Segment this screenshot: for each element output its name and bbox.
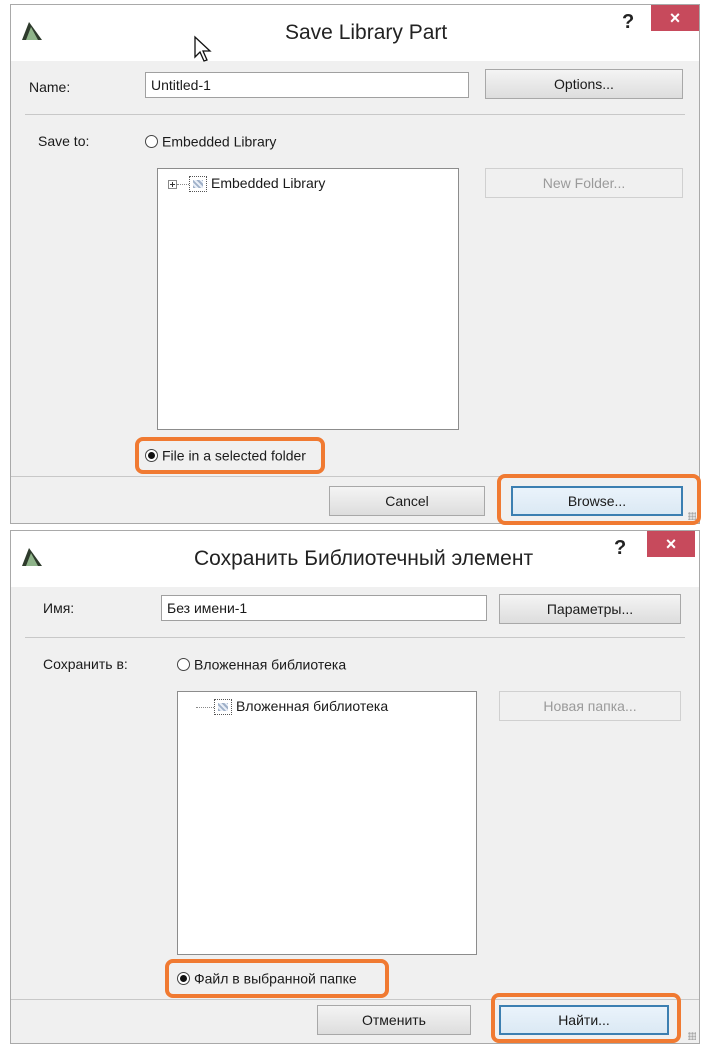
library-tree[interactable]: Вложенная библиотека <box>177 691 477 955</box>
expand-icon[interactable] <box>168 179 177 189</box>
save-library-part-dialog: Save Library Part ? × Name: Untitled-1 O… <box>10 4 701 525</box>
separator <box>25 114 685 115</box>
dialog-title: Сохранить Библиотечный элемент <box>194 547 534 570</box>
save-to-label: Save to: <box>38 133 90 149</box>
name-label: Имя: <box>43 600 75 616</box>
title-bar[interactable]: Save Library Part ? × <box>11 5 699 62</box>
separator <box>25 637 685 638</box>
new-folder-button[interactable]: New Folder... <box>485 168 683 198</box>
archicad-app-icon <box>22 22 42 40</box>
separator <box>11 999 699 1000</box>
tree-item-label: Embedded Library <box>211 175 326 191</box>
radio-button[interactable] <box>177 657 190 671</box>
close-button[interactable]: × <box>651 5 699 31</box>
radio-embedded-label: Embedded Library <box>162 133 277 150</box>
help-icon[interactable]: ? <box>622 11 634 34</box>
cancel-button[interactable]: Cancel <box>329 486 485 516</box>
help-icon[interactable]: ? <box>614 537 626 560</box>
radio-file-label: File in a selected folder <box>162 447 306 464</box>
save-library-part-dialog-ru: Сохранить Библиотечный элемент ? × Имя: … <box>10 530 700 1044</box>
browse-button[interactable]: Найти... <box>499 1005 669 1035</box>
library-icon <box>189 176 207 193</box>
dialog-title: Save Library Part <box>285 21 448 44</box>
name-input[interactable]: Без имени-1 <box>161 595 487 621</box>
radio-file-label: Файл в выбранной папке <box>194 970 357 987</box>
browse-button[interactable]: Browse... <box>511 486 683 516</box>
close-button[interactable]: × <box>647 531 695 557</box>
new-folder-button[interactable]: Новая папка... <box>499 691 681 721</box>
tree-item-label: Вложенная библиотека <box>236 698 389 714</box>
save-to-label: Сохранить в: <box>43 656 128 672</box>
radio-button[interactable] <box>145 134 158 148</box>
separator <box>11 476 699 477</box>
tree-item-embedded-library[interactable]: Embedded Library <box>168 175 325 193</box>
name-input[interactable]: Untitled-1 <box>145 72 469 98</box>
mouse-cursor-icon <box>194 35 212 62</box>
radio-embedded-library[interactable]: Вложенная библиотека <box>177 655 346 675</box>
options-button[interactable]: Options... <box>485 69 683 99</box>
radio-file-in-folder[interactable]: Файл в выбранной папке <box>177 969 357 989</box>
radio-button-checked[interactable] <box>177 971 190 985</box>
options-button[interactable]: Параметры... <box>499 594 681 624</box>
resize-grip-icon[interactable] <box>688 512 696 520</box>
radio-button-checked[interactable] <box>145 448 158 462</box>
title-bar[interactable]: Сохранить Библиотечный элемент ? × <box>11 531 699 587</box>
archicad-app-icon <box>22 548 42 566</box>
name-label: Name: <box>29 79 71 95</box>
tree-item-embedded-library[interactable]: Вложенная библиотека <box>196 698 388 716</box>
radio-file-in-folder[interactable]: File in a selected folder <box>145 446 306 466</box>
radio-embedded-library[interactable]: Embedded Library <box>145 132 276 152</box>
radio-embedded-label: Вложенная библиотека <box>194 656 347 673</box>
resize-grip-icon[interactable] <box>688 1032 696 1040</box>
cancel-button[interactable]: Отменить <box>317 1005 471 1035</box>
library-tree[interactable]: Embedded Library <box>157 168 459 430</box>
library-icon <box>214 699 232 716</box>
